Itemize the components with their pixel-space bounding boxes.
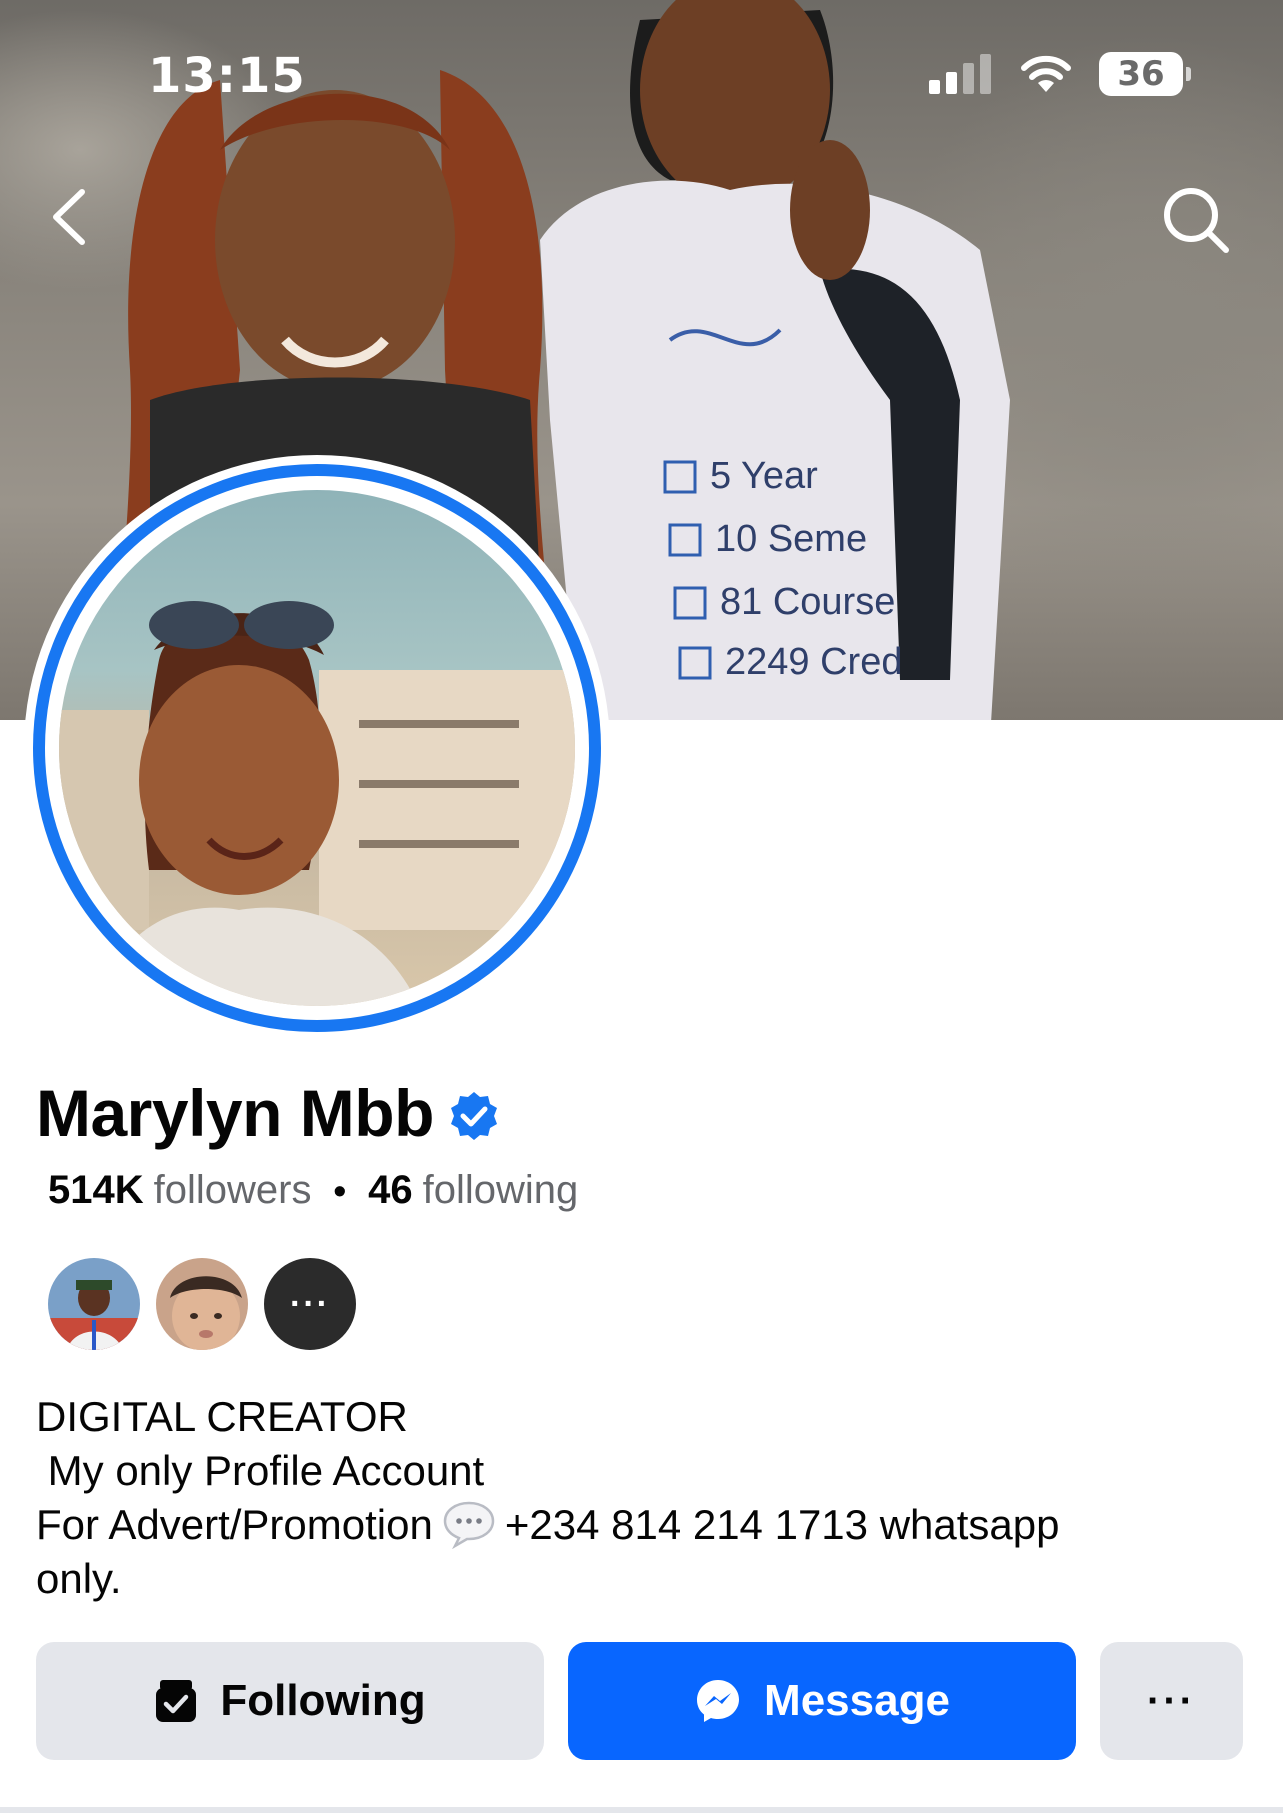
battery-icon: 36 <box>1099 52 1191 96</box>
mutual-followers[interactable]: ··· <box>46 1256 358 1352</box>
message-button-label: Message <box>764 1676 950 1725</box>
more-dots-icon: ··· <box>1147 1678 1196 1723</box>
stats-separator: • <box>333 1169 347 1211</box>
svg-text:10 Seme: 10 Seme <box>715 518 867 560</box>
more-options-button[interactable]: ··· <box>1100 1642 1243 1760</box>
message-button[interactable]: Message <box>568 1642 1076 1760</box>
wifi-icon <box>1021 55 1071 92</box>
following-count[interactable]: 46 <box>368 1168 413 1213</box>
follow-stats: 514K followers • 46 following <box>48 1168 578 1213</box>
profile-actions: Following Message ··· <box>36 1642 1247 1760</box>
bio-contact-prefix: For Advert/Promotion <box>36 1501 433 1548</box>
bio-line-category: DIGITAL CREATOR <box>36 1393 408 1440</box>
mutual-avatar-2 <box>156 1258 248 1350</box>
back-chevron-icon <box>53 189 85 245</box>
following-check-icon <box>156 1680 197 1722</box>
story-ring <box>33 464 601 1032</box>
avatar-illustration <box>59 601 575 1006</box>
following-button[interactable]: Following <box>36 1642 544 1760</box>
svg-text:81 Course: 81 Course <box>720 581 895 623</box>
mutual-avatar-1 <box>48 1258 140 1350</box>
bio-contact-phone[interactable]: +234 814 214 1713 whatsapp <box>505 1501 1060 1548</box>
mutual-followers-more[interactable]: ··· <box>262 1256 358 1352</box>
mutual-follower-avatar[interactable] <box>154 1256 250 1352</box>
cover-person-right: 5 Year 10 Seme 81 Course 2249 Cred <box>540 0 1010 720</box>
search-icon <box>1164 188 1229 253</box>
cellular-signal-icon <box>929 54 991 94</box>
avatar <box>59 490 575 1006</box>
bio-line-account: My only Profile Account <box>36 1447 485 1494</box>
status-time: 13:15 <box>148 48 306 104</box>
bio-line-only: only. <box>36 1555 122 1602</box>
speech-bubble-icon <box>443 1501 495 1549</box>
profile-name-text: Marylyn Mbb <box>36 1076 434 1150</box>
followers-count[interactable]: 514K <box>48 1168 144 1213</box>
following-label[interactable]: following <box>423 1168 579 1213</box>
profile-bio: DIGITAL CREATOR My only Profile Account … <box>36 1390 1256 1606</box>
svg-text:5 Year: 5 Year <box>710 455 818 497</box>
verified-badge-icon[interactable] <box>448 1090 500 1142</box>
following-button-label: Following <box>220 1676 426 1725</box>
profile-picture[interactable] <box>24 455 610 1041</box>
back-button[interactable] <box>46 186 94 248</box>
followers-label[interactable]: followers <box>154 1168 312 1213</box>
bio-line-contact: For Advert/Promotion +234 814 214 1713 wh… <box>36 1498 1256 1552</box>
profile-name: Marylyn Mbb <box>36 1075 500 1151</box>
search-button[interactable] <box>1160 184 1232 256</box>
status-icons: 36 <box>927 48 1191 100</box>
mutual-follower-avatar[interactable] <box>46 1256 142 1352</box>
svg-text:2249 Cred: 2249 Cred <box>725 641 902 683</box>
section-divider <box>0 1807 1283 1813</box>
messenger-icon <box>697 1680 740 1722</box>
